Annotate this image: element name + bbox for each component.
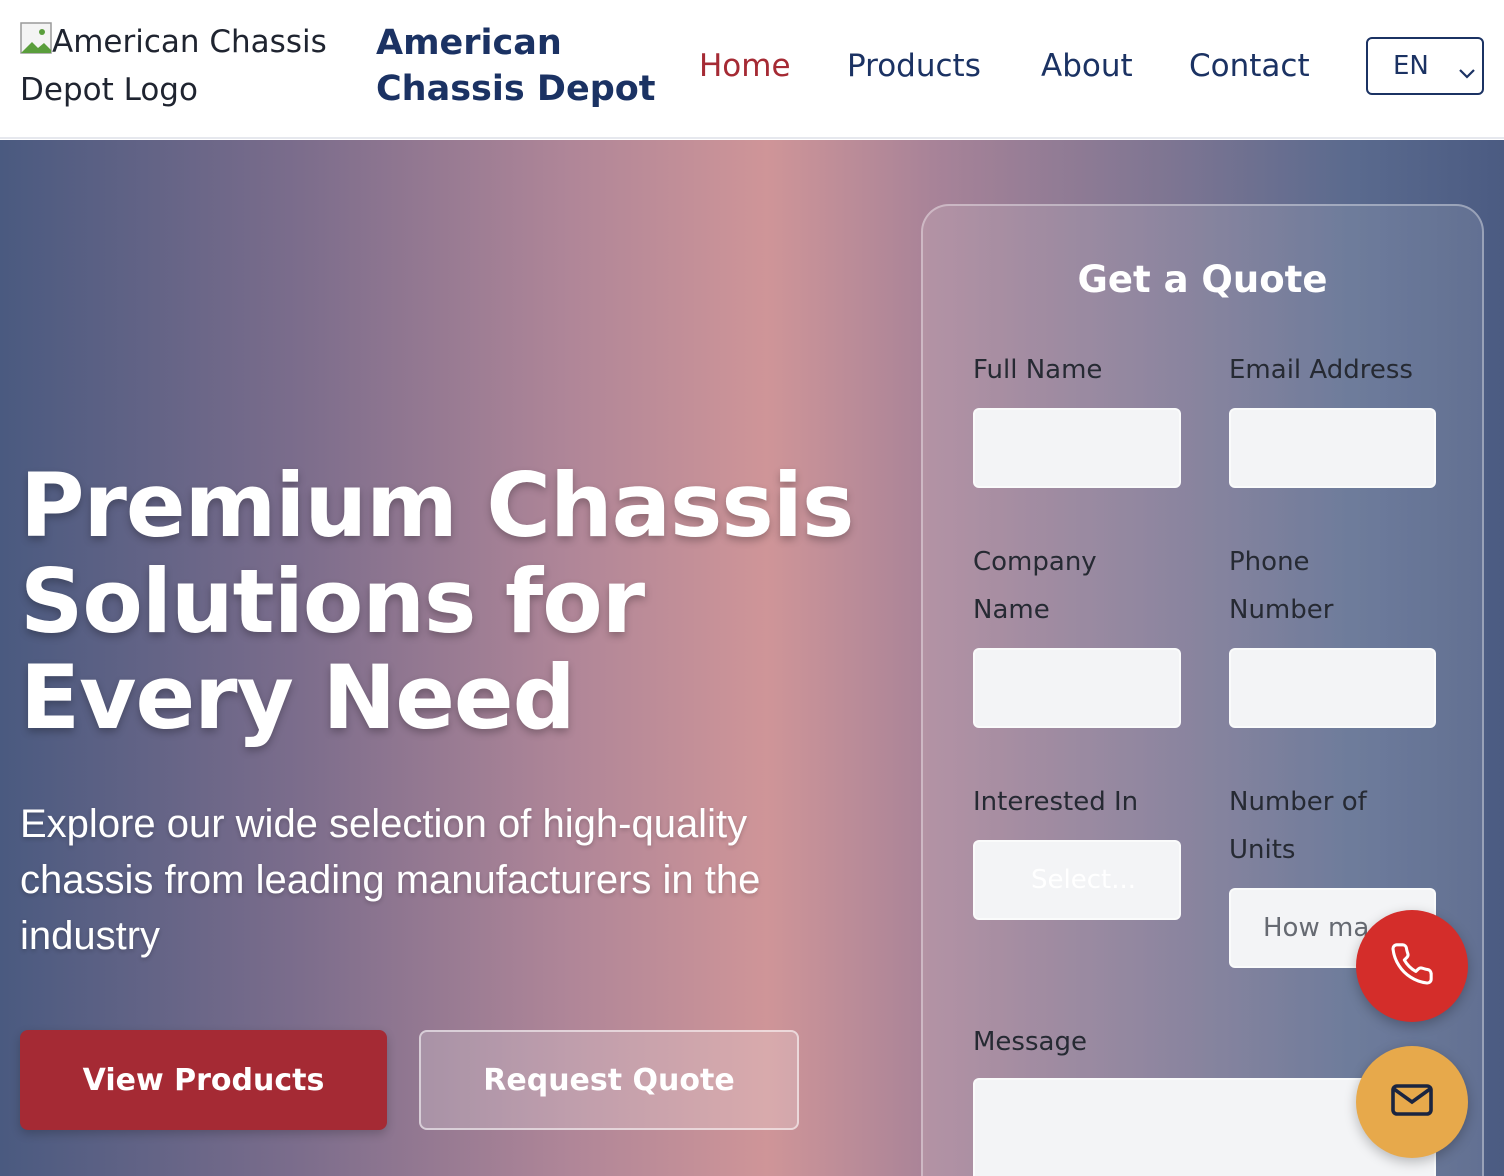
quote-form-title: Get a Quote xyxy=(1077,258,1328,301)
phone-number-input[interactable] xyxy=(1229,648,1436,728)
units-label-line-2: Units xyxy=(1229,835,1296,865)
message-label: Message xyxy=(973,1027,1087,1057)
nav-home[interactable]: Home xyxy=(699,44,791,88)
logo-image[interactable]: American Chassis Depot Logo xyxy=(20,18,330,118)
mail-icon xyxy=(1388,1076,1436,1129)
number-of-units-label: Number of Units xyxy=(1229,778,1367,874)
phone-number-label: Phone Number xyxy=(1229,538,1333,634)
nav-contact[interactable]: Contact xyxy=(1189,44,1310,88)
hero-title-line-2: Solutions for xyxy=(20,550,645,653)
nav-about[interactable]: About xyxy=(1041,44,1133,88)
logo-alt-text: American Chassis Depot Logo xyxy=(20,24,327,108)
phone-label-line-1: Phone xyxy=(1229,547,1310,577)
hero-title: Premium Chassis Solutions for Every Need xyxy=(20,458,920,746)
units-label-line-1: Number of xyxy=(1229,787,1367,817)
call-button[interactable] xyxy=(1356,910,1468,1022)
company-label-line-2: Name xyxy=(973,595,1050,625)
hero-section: Premium Chassis Solutions for Every Need… xyxy=(0,140,1504,1176)
company-label-line-1: Company xyxy=(973,547,1097,577)
hero-title-line-1: Premium Chassis xyxy=(20,454,854,557)
interested-in-select[interactable]: Select... xyxy=(973,840,1181,920)
company-name-label: Company Name xyxy=(973,538,1097,634)
interested-in-value: Select... xyxy=(1031,865,1137,895)
request-quote-button[interactable]: Request Quote xyxy=(419,1030,799,1130)
phone-label-line-2: Number xyxy=(1229,595,1334,625)
language-value: EN xyxy=(1393,51,1429,81)
company-name-input[interactable] xyxy=(973,648,1181,728)
email-input[interactable] xyxy=(1229,408,1436,488)
brand-line-1: American xyxy=(376,23,562,63)
email-label: Email Address xyxy=(1229,355,1413,385)
view-products-button[interactable]: View Products xyxy=(20,1030,387,1130)
brand-name[interactable]: American Chassis Depot xyxy=(376,20,666,112)
full-name-label: Full Name xyxy=(973,355,1103,385)
phone-icon xyxy=(1389,941,1435,992)
interested-in-label: Interested In xyxy=(973,787,1139,817)
quote-form-card: Get a Quote Full Name Email Address Comp… xyxy=(921,204,1484,1176)
language-select[interactable]: EN xyxy=(1366,37,1484,95)
brand-line-2: Chassis Depot xyxy=(376,69,656,109)
hero-title-line-3: Every Need xyxy=(20,646,576,749)
full-name-input[interactable] xyxy=(973,408,1181,488)
site-header: American Chassis Depot Logo American Cha… xyxy=(0,0,1504,139)
email-button[interactable] xyxy=(1356,1046,1468,1158)
nav-products[interactable]: Products xyxy=(847,44,981,88)
broken-image-icon xyxy=(20,22,52,54)
chevron-down-icon xyxy=(1458,58,1476,88)
hero-subtitle: Explore our wide selection of high-quali… xyxy=(20,802,761,958)
